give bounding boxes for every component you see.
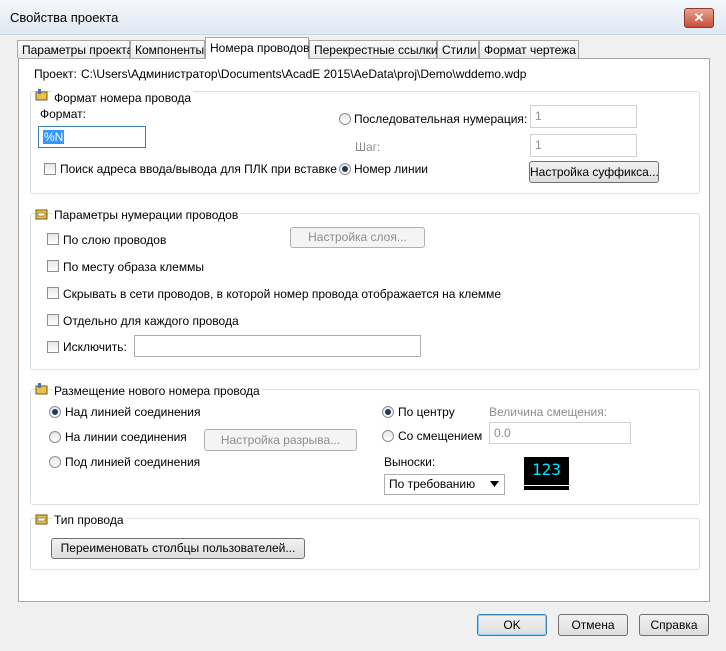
leaders-select[interactable]: По требованию bbox=[384, 474, 505, 495]
suffix-setup-button[interactable]: Настройка суффикса... bbox=[529, 161, 659, 183]
format-icon bbox=[35, 89, 48, 101]
tab-drawing-format[interactable]: Формат чертежа bbox=[479, 40, 579, 58]
numbering-title: Параметры нумерации проводов bbox=[52, 208, 241, 222]
preview-line bbox=[524, 486, 569, 490]
sequential-label: Последовательная нумерация: bbox=[354, 112, 528, 126]
center-radio[interactable] bbox=[382, 406, 394, 418]
center-label: По центру bbox=[398, 405, 455, 419]
below-label: Под линией соединения bbox=[65, 455, 201, 469]
wire-format-title: Формат номера провода bbox=[52, 91, 194, 105]
cancel-button[interactable]: Отмена bbox=[558, 614, 628, 636]
separate-label: Отдельно для каждого провода bbox=[63, 314, 239, 328]
tab-wire-numbers[interactable]: Номера проводов bbox=[205, 37, 310, 59]
format-label: Формат: bbox=[40, 107, 86, 121]
preview-text: 123 bbox=[532, 460, 561, 479]
window-title: Свойства проекта bbox=[10, 10, 119, 25]
exclude-checkbox[interactable] bbox=[47, 341, 59, 353]
exclude-input[interactable] bbox=[134, 335, 421, 357]
tab-styles[interactable]: Стили bbox=[437, 40, 479, 58]
tab-cross-references[interactable]: Перекрестные ссылки bbox=[309, 40, 438, 58]
help-button[interactable]: Справка bbox=[639, 614, 709, 636]
placement-title: Размещение нового номера провода bbox=[52, 384, 262, 398]
line-number-label: Номер линии bbox=[354, 162, 429, 176]
by-terminal-label: По месту образа клеммы bbox=[63, 260, 204, 274]
project-label: Проект: bbox=[34, 67, 77, 81]
hide-checkbox[interactable] bbox=[47, 287, 59, 299]
layer-setup-button[interactable]: Настройка слоя... bbox=[290, 227, 425, 248]
by-terminal-checkbox[interactable] bbox=[47, 260, 59, 272]
offset-radio[interactable] bbox=[382, 430, 394, 442]
step-input[interactable]: 1 bbox=[530, 134, 637, 157]
line-number-radio[interactable] bbox=[339, 163, 351, 175]
sequential-input[interactable]: 1 bbox=[530, 105, 637, 128]
plc-search-label: Поиск адреса ввода/вывода для ПЛК при вс… bbox=[60, 162, 337, 176]
break-setup-button[interactable]: Настройка разрыва... bbox=[204, 429, 357, 451]
chevron-down-icon bbox=[490, 481, 499, 487]
by-layer-checkbox[interactable] bbox=[47, 233, 59, 245]
above-radio[interactable] bbox=[49, 406, 61, 418]
placement-icon bbox=[35, 383, 48, 395]
tab-project-params[interactable]: Параметры проекта bbox=[17, 40, 133, 58]
leaders-label: Выноски: bbox=[384, 455, 436, 469]
by-layer-label: По слою проводов bbox=[63, 233, 167, 247]
wire-number-preview: 123 bbox=[524, 457, 569, 491]
exclude-label: Исключить: bbox=[63, 340, 127, 354]
wire-type-icon bbox=[35, 514, 48, 525]
rename-columns-button[interactable]: Переименовать столбцы пользователей... bbox=[51, 538, 305, 559]
offset-label: Со смещением bbox=[398, 429, 483, 443]
close-icon: ✕ bbox=[693, 10, 705, 25]
project-path: C:\Users\Администратор\Documents\AcadE 2… bbox=[81, 67, 527, 81]
on-line-label: На линии соединения bbox=[65, 430, 187, 444]
numbering-icon bbox=[35, 209, 48, 220]
separate-checkbox[interactable] bbox=[47, 314, 59, 326]
sequential-radio[interactable] bbox=[339, 113, 351, 125]
ok-button[interactable]: OK bbox=[477, 614, 547, 636]
below-radio[interactable] bbox=[49, 456, 61, 468]
offset-value-label: Величина смещения: bbox=[489, 405, 608, 419]
step-label: Шаг: bbox=[355, 140, 381, 154]
tab-components[interactable]: Компоненты bbox=[130, 40, 205, 58]
offset-value-input[interactable]: 0.0 bbox=[489, 422, 631, 444]
close-button[interactable]: ✕ bbox=[684, 8, 714, 28]
above-label: Над линией соединения bbox=[65, 405, 201, 419]
wire-type-title: Тип провода bbox=[52, 513, 126, 527]
hide-label: Скрывать в сети проводов, в которой номе… bbox=[63, 287, 502, 301]
on-line-radio[interactable] bbox=[49, 431, 61, 443]
format-input[interactable]: %N bbox=[38, 126, 146, 148]
plc-search-checkbox[interactable] bbox=[44, 163, 56, 175]
